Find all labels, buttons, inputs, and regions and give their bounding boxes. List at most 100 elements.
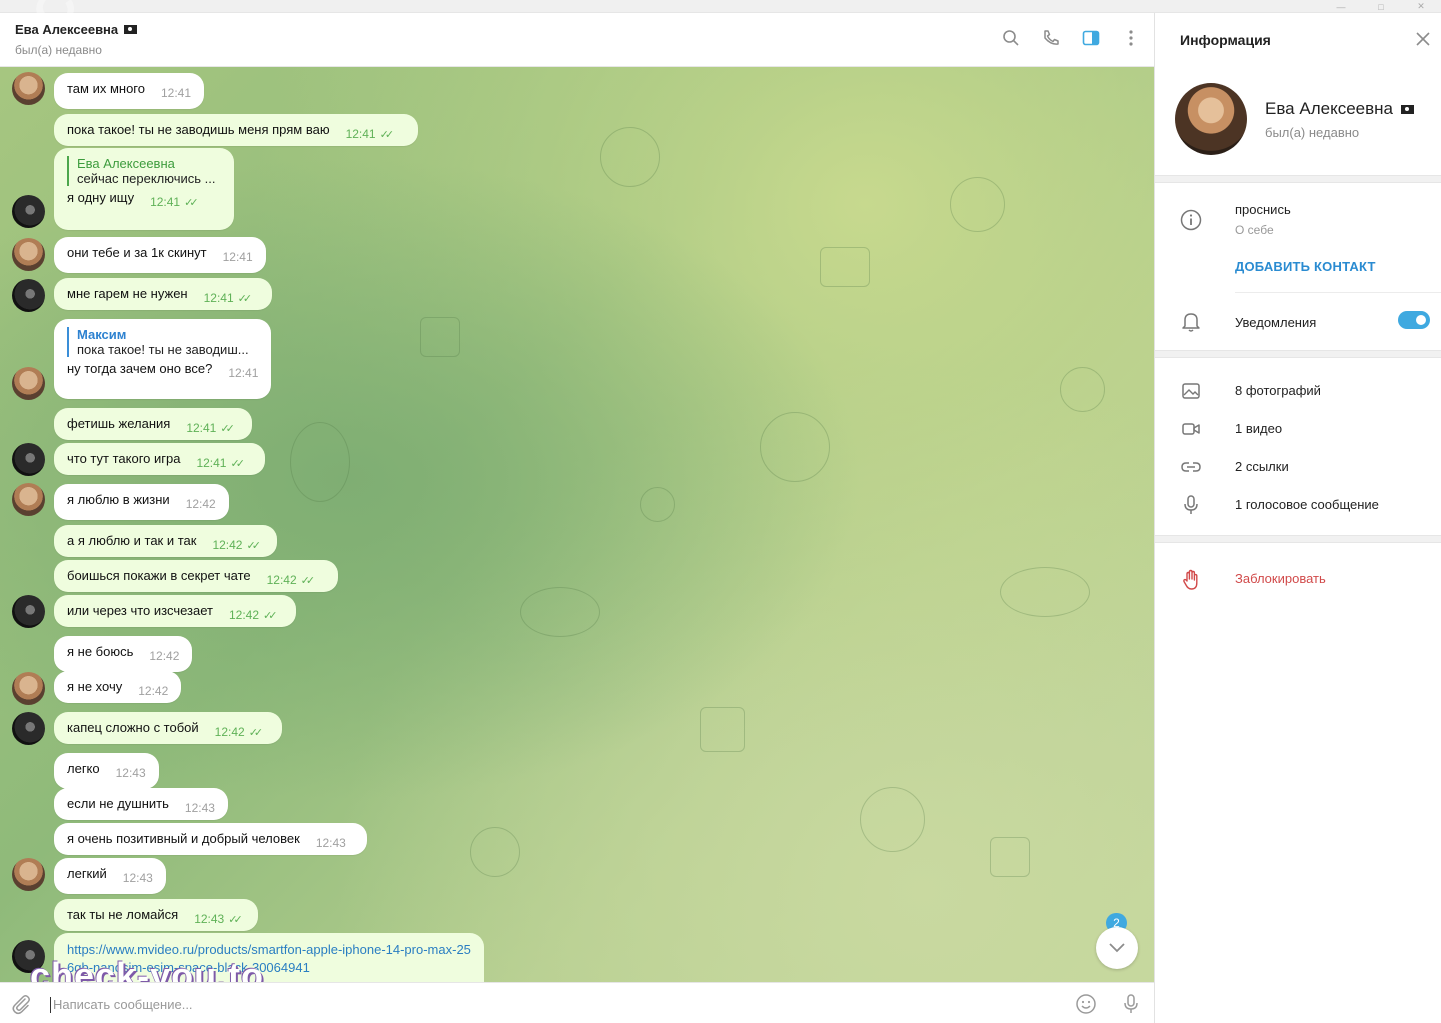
info-title: Информация [1180, 32, 1271, 48]
message-time: 12:41 [228, 366, 259, 380]
message-text: боишься покажи в секрет чате [67, 568, 251, 583]
background-doodle [820, 247, 870, 287]
media-videos[interactable]: 1 видео [1235, 421, 1282, 436]
message-bubble[interactable]: я не хочу 12:42 [54, 671, 182, 703]
message-time: 12:42 [212, 538, 243, 552]
message-text: ну тогда зачем оно все? [67, 361, 213, 376]
message-text: легкий [67, 866, 107, 881]
message-time: 12:41 [150, 195, 181, 209]
reply-quote[interactable]: Максим пока такое! ты не заводиш... [67, 327, 258, 357]
message-bubble[interactable]: а я люблю и так и так 12:42 ✓✓ [54, 525, 277, 557]
avatar[interactable] [12, 443, 45, 476]
message-bubble[interactable]: я люблю в жизни 12:42 [54, 484, 229, 520]
avatar[interactable] [12, 279, 45, 312]
avatar[interactable] [12, 72, 45, 105]
paperclip-icon[interactable] [10, 993, 32, 1018]
phone-icon[interactable] [1040, 27, 1062, 49]
search-icon[interactable] [1000, 27, 1022, 49]
message-bubble[interactable]: капец сложно с тобой 12:42 ✓✓ [54, 712, 282, 744]
media-links[interactable]: 2 ссылки [1235, 459, 1289, 474]
message-bubble[interactable]: что тут такого игра 12:41 ✓✓ [54, 443, 265, 475]
section-separator [1155, 350, 1441, 358]
media-photos[interactable]: 8 фотографий [1235, 383, 1321, 398]
message-time: 12:41 [161, 86, 192, 100]
read-checks-icon: ✓✓ [263, 610, 278, 622]
avatar[interactable] [12, 483, 45, 516]
bio-label: О себе [1235, 223, 1274, 237]
profile-status: был(а) недавно [1265, 125, 1360, 140]
notifications-toggle[interactable] [1398, 311, 1430, 329]
profile-name-text: Ева Алексеевна [1265, 99, 1393, 118]
message-time: 12:43 [184, 801, 215, 815]
message-bubble[interactable]: я очень позитивный и добрый человек 12:43 [54, 823, 367, 855]
message-bubble[interactable]: легко 12:43 [54, 753, 159, 789]
background-doodle [990, 837, 1030, 877]
message-bubble[interactable]: так ты не ломайся 12:43 ✓✓ [54, 899, 258, 931]
close-window-icon[interactable]: ✕ [1401, 0, 1441, 13]
avatar[interactable] [12, 712, 45, 745]
header-actions [1000, 27, 1142, 49]
avatar[interactable] [12, 858, 45, 891]
profile-name: Ева Алексеевна [1265, 99, 1414, 119]
message-time: 12:43 [315, 836, 346, 850]
pirate-flag-icon [124, 25, 138, 34]
info-panel: Информация Ева Алексеевна был(а) недавно… [1154, 13, 1441, 1023]
block-button[interactable]: Заблокировать [1235, 571, 1326, 586]
message-time: 12:42 [228, 608, 260, 622]
bio-text: проснись [1235, 202, 1291, 217]
background-doodle [520, 587, 600, 637]
message-text: капец сложно с тобой [67, 720, 199, 735]
message-time: 12:41 [222, 250, 253, 264]
message-bubble[interactable]: я не боюсь 12:42 [54, 636, 193, 672]
message-bubble[interactable]: легкий 12:43 [54, 858, 166, 894]
message-text: мне гарем не нужен [67, 286, 188, 301]
window-controls: — □ ✕ [1321, 0, 1441, 13]
message-text: они тебе и за 1к скинут [67, 245, 207, 260]
chat-header[interactable]: Ева Алексеевна был(а) недавно [0, 13, 1154, 67]
chat-title-text: Ева Алексеевна [15, 22, 119, 37]
message-text: а я люблю и так и так [67, 533, 197, 548]
message-composer: Написать сообщение... [0, 982, 1154, 1023]
chevron-down-icon [1109, 943, 1125, 953]
maximize-icon[interactable]: □ [1361, 0, 1401, 13]
scroll-down-button[interactable] [1096, 927, 1138, 969]
section-separator [1155, 535, 1441, 543]
more-vertical-icon[interactable] [1120, 27, 1142, 49]
message-text: я одну ищу [67, 190, 135, 205]
avatar[interactable] [12, 672, 45, 705]
photo-icon [1179, 379, 1203, 403]
message-bubble[interactable]: Ева Алексеевна сейчас переключись ... я од… [54, 148, 234, 230]
message-bubble[interactable]: там их много 12:41 [54, 73, 205, 109]
avatar[interactable] [12, 238, 45, 271]
avatar[interactable] [12, 367, 45, 400]
message-bubble[interactable]: фетишь желания 12:41 ✓✓ [54, 408, 252, 440]
avatar[interactable] [12, 595, 45, 628]
message-text: я люблю в жизни [67, 492, 170, 507]
message-bubble[interactable]: боишься покажи в секрет чате 12:42 ✓✓ [54, 560, 338, 592]
message-bubble[interactable]: пока такое! ты не заводишь меня прям ваю… [54, 114, 418, 146]
sidebar-toggle-icon[interactable] [1080, 27, 1102, 49]
close-icon[interactable] [1415, 31, 1431, 50]
message-bubble[interactable]: или через что изсчезает 12:42 ✓✓ [54, 595, 296, 627]
emoji-icon[interactable] [1075, 993, 1097, 1018]
message-bubble[interactable]: они тебе и за 1к скинут 12:41 [54, 237, 266, 273]
media-voice[interactable]: 1 голосовое сообщение [1235, 497, 1379, 512]
background-doodle [700, 707, 745, 752]
microphone-icon[interactable] [1120, 993, 1142, 1018]
message-text: я не боюсь [67, 644, 134, 659]
message-bubble[interactable]: Максим пока такое! ты не заводиш... ну тог… [54, 319, 272, 399]
message-bubble[interactable]: мне гарем не нужен 12:41 ✓✓ [54, 278, 272, 310]
message-text: если не душнить [67, 796, 169, 811]
avatar[interactable] [12, 195, 45, 228]
minimize-icon[interactable]: — [1321, 0, 1361, 13]
profile-avatar[interactable] [1175, 83, 1247, 155]
message-input[interactable]: Написать сообщение... [50, 997, 193, 1013]
message-text: легко [67, 761, 100, 776]
message-bubble[interactable]: если не душнить 12:43 [54, 788, 228, 820]
read-checks-icon: ✓✓ [379, 129, 395, 141]
reply-quote[interactable]: Ева Алексеевна сейчас переключись ... [67, 156, 221, 186]
chat-title[interactable]: Ева Алексеевна [15, 22, 138, 37]
add-contact-button[interactable]: ДОБАВИТЬ КОНТАКТ [1235, 259, 1376, 274]
hand-stop-icon [1179, 568, 1203, 592]
notifications-label: Уведомления [1235, 315, 1317, 330]
